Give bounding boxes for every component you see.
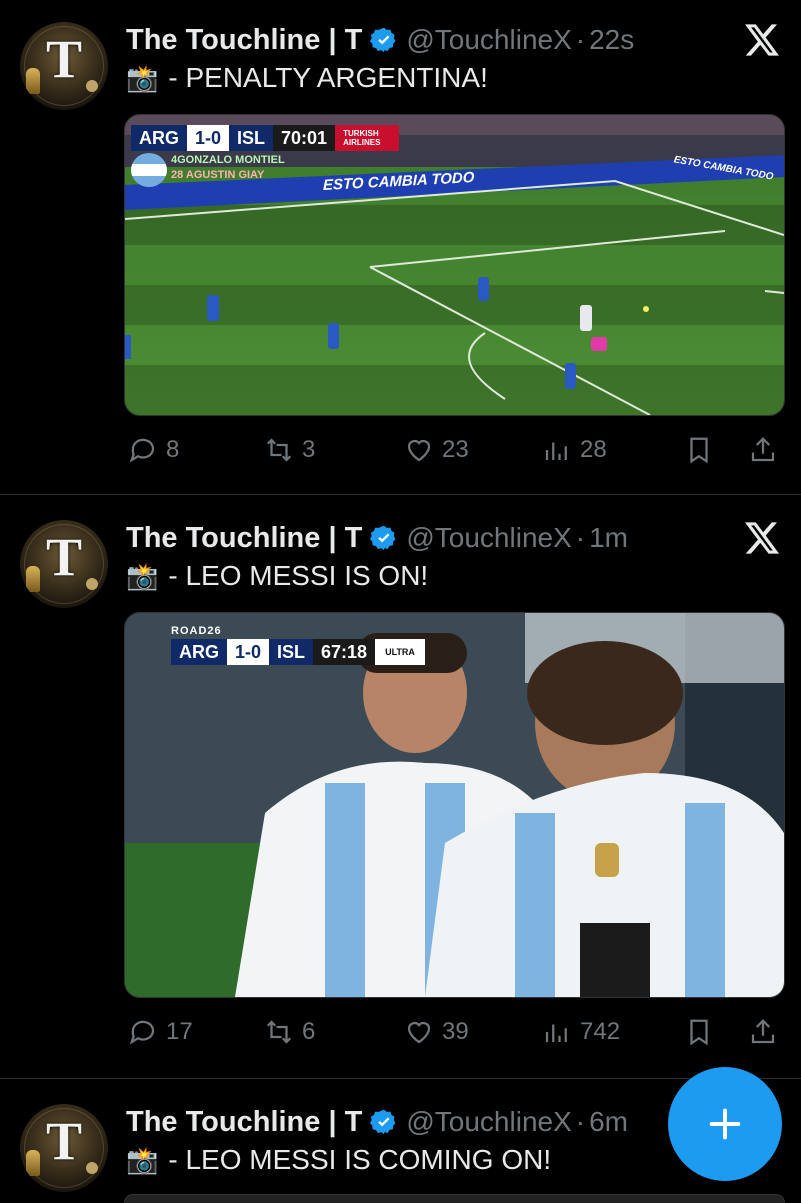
tweet-text-content: - LEO MESSI IS COMING ON! <box>168 1144 552 1175</box>
divider <box>0 1078 801 1079</box>
scoreboard-score: 1-0 <box>227 639 270 665</box>
heart-icon <box>407 439 431 462</box>
reply-button[interactable]: 8 <box>128 430 179 470</box>
scoreboard: ARG 1-0 ISL 67:18 ULTRA <box>171 639 425 665</box>
verified-badge-icon <box>370 1109 396 1135</box>
timestamp[interactable]: 1m <box>589 522 628 554</box>
scoreboard-away: ISL <box>269 639 314 665</box>
share-icon <box>751 437 775 462</box>
tweet-2[interactable]: T The Touchline | T @TouchlineX · 1m 📸 -… <box>0 498 801 1078</box>
verified-badge-icon <box>370 525 396 551</box>
plus-icon <box>709 1108 741 1140</box>
views-button[interactable]: 28 <box>542 430 607 470</box>
like-count: 39 <box>442 1018 469 1045</box>
ball-icon <box>86 1162 98 1174</box>
like-count: 23 <box>442 436 469 463</box>
scoreboard-home: ARG <box>171 639 227 665</box>
video-thumbnail[interactable]: ROAD26 ARG 1-0 ISL 67:18 ULTRA <box>124 612 785 998</box>
x-logo-icon[interactable] <box>740 516 784 560</box>
bookmark-icon <box>690 1019 708 1046</box>
dot-separator: · <box>575 522 586 553</box>
substitution-info: 4GONZALO MONTIEL 28 AGUSTIN GIAY <box>171 153 285 183</box>
scoreboard-home: ARG <box>131 125 187 151</box>
avatar[interactable]: T <box>20 520 108 608</box>
scoreboard-away: ISL <box>229 125 274 151</box>
views-icon <box>545 442 567 460</box>
share-icon <box>751 1019 775 1044</box>
sub-out-player: 28 AGUSTIN GIAY <box>171 169 265 181</box>
tweet-text-content: - LEO MESSI IS ON! <box>168 560 429 591</box>
author-handle[interactable]: @TouchlineX <box>406 522 571 554</box>
repost-icon <box>266 1020 292 1044</box>
scoreboard: ARG 1-0 ISL 70:01 TURKISH AIRLINES <box>131 125 400 151</box>
scoreboard-score: 1-0 <box>187 125 230 151</box>
views-button[interactable]: 742 <box>542 1012 620 1052</box>
timestamp[interactable]: 22s <box>589 24 634 56</box>
divider <box>0 494 801 495</box>
avatar[interactable]: T <box>20 22 108 110</box>
camera-flash-icon: 📸 <box>126 62 159 93</box>
timestamp[interactable]: 6m <box>589 1106 628 1138</box>
players-scene <box>125 613 784 997</box>
like-button[interactable]: 23 <box>404 430 469 470</box>
top-bar: ROAD26 <box>171 625 222 637</box>
tweet-actions: 8 3 23 28 <box>128 430 784 470</box>
tweet-header: The Touchline | T @TouchlineX · 22s <box>126 20 634 60</box>
x-logo-icon[interactable] <box>740 18 784 62</box>
share-button[interactable] <box>748 1012 778 1052</box>
bookmark-icon <box>690 437 708 464</box>
repost-count: 6 <box>302 1018 316 1045</box>
author-name[interactable]: The Touchline | T <box>126 24 362 57</box>
reply-count: 8 <box>166 436 180 463</box>
tweet-text: 📸 - PENALTY ARGENTINA! <box>126 62 488 94</box>
dot-separator: · <box>575 1106 586 1137</box>
author-handle[interactable]: @TouchlineX <box>406 24 571 56</box>
reply-button[interactable]: 17 <box>128 1012 193 1052</box>
tweet-header: The Touchline | T @TouchlineX · 6m <box>126 1102 628 1142</box>
tweet-header: The Touchline | T @TouchlineX · 1m <box>126 518 628 558</box>
media-preview-edge <box>124 1194 785 1203</box>
dot-separator: · <box>575 24 586 55</box>
camera-flash-icon: 📸 <box>126 560 159 591</box>
like-button[interactable]: 39 <box>404 1012 469 1052</box>
video-thumbnail[interactable]: ARG 1-0 ISL 70:01 TURKISH AIRLINES 4GONZ… <box>124 114 785 416</box>
scoreboard-clock: 67:18 <box>313 639 376 665</box>
author-name[interactable]: The Touchline | T <box>126 1106 362 1139</box>
ball-icon <box>86 80 98 92</box>
views-icon <box>545 1024 567 1042</box>
camera-flash-icon: 📸 <box>126 1144 159 1175</box>
sponsor-label: TURKISH AIRLINES <box>335 125 400 151</box>
ultra-badge: ULTRA <box>375 639 425 665</box>
tweet-text: 📸 - LEO MESSI IS ON! <box>126 560 428 592</box>
share-button[interactable] <box>748 430 778 470</box>
repost-button[interactable]: 3 <box>264 430 315 470</box>
avatar[interactable]: T <box>20 1104 108 1192</box>
reply-icon <box>129 438 155 463</box>
author-handle[interactable]: @TouchlineX <box>406 1106 571 1138</box>
reply-count: 17 <box>166 1018 193 1045</box>
tweet-text: 📸 - LEO MESSI IS COMING ON! <box>126 1144 551 1176</box>
bookmark-button[interactable] <box>684 1012 714 1052</box>
compose-button[interactable] <box>668 1067 782 1181</box>
tweet-text-content: - PENALTY ARGENTINA! <box>168 62 488 93</box>
reply-icon <box>129 1020 155 1045</box>
view-count: 28 <box>580 436 607 463</box>
argentina-flag <box>131 153 167 187</box>
repost-icon <box>266 438 292 462</box>
ball-icon <box>86 578 98 590</box>
heart-icon <box>407 1021 431 1044</box>
verified-badge-icon <box>370 27 396 53</box>
bookmark-button[interactable] <box>684 430 714 470</box>
tweet-actions: 17 6 39 742 <box>128 1012 784 1052</box>
tweet-1[interactable]: T The Touchline | T @TouchlineX · 22s 📸 … <box>0 0 801 494</box>
sub-in-player: 4GONZALO MONTIEL <box>171 154 285 166</box>
repost-count: 3 <box>302 436 316 463</box>
repost-button[interactable]: 6 <box>264 1012 315 1052</box>
author-name[interactable]: The Touchline | T <box>126 522 362 555</box>
scoreboard-clock: 70:01 <box>273 125 336 151</box>
view-count: 742 <box>580 1018 621 1045</box>
